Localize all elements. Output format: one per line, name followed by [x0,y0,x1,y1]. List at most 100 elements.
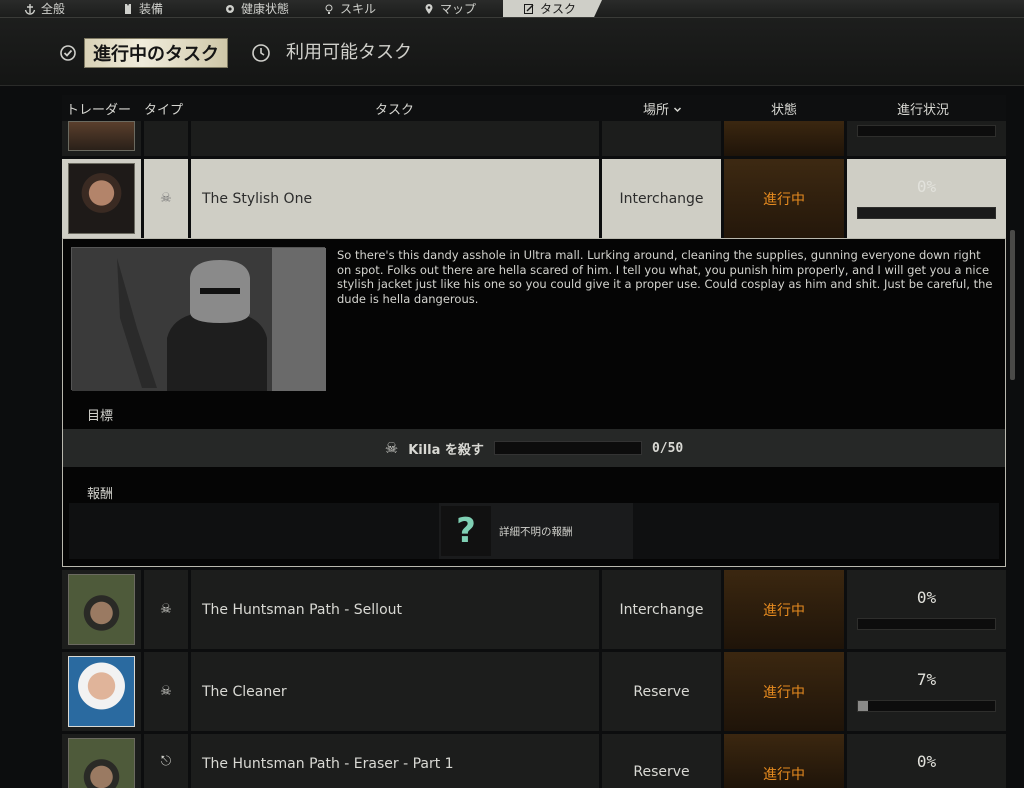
trader-cell [62,121,141,156]
trader-portrait [68,656,135,727]
exit-icon: ⎋ [160,753,172,769]
task-state: 進行中 [724,570,844,649]
task-location: Interchange [602,159,721,238]
task-state: 進行中 [724,652,844,731]
col-type[interactable]: タイプ [144,99,183,118]
question-mark-icon: ? [441,506,491,556]
trader-portrait [68,121,135,151]
task-name: The Cleaner [191,652,599,731]
objective-count: 0/50 [651,440,684,456]
reward-text: 詳細不明の報酬 [499,525,573,538]
task-row-partial[interactable] [62,121,1006,156]
reward-item[interactable]: ? 詳細不明の報酬 [439,503,633,559]
scrollbar[interactable] [1010,230,1015,380]
map-pin-icon [425,3,433,14]
col-trader[interactable]: トレーダー [66,99,131,118]
check-circle-icon [60,45,76,61]
top-nav: 全般 装備 健康状態 スキル マップ タスク [0,0,1024,18]
progress-percent: 7% [916,670,937,689]
progress-bar [857,207,996,219]
type-cell: ☠ [144,570,188,649]
nav-health[interactable]: 健康状態 [224,0,289,17]
note-icon [524,3,534,14]
type-cell: ⎋ [144,734,188,788]
task-name: The Stylish One [191,159,599,238]
progress-cell: 0% [847,734,1006,788]
nav-general[interactable]: 全般 [24,0,65,17]
progress-bar [857,125,996,137]
task-cell [191,121,599,156]
type-cell [144,121,188,156]
nav-gear[interactable]: 装備 [122,0,163,17]
progress-bar [857,700,996,712]
task-name: The Huntsman Path - Sellout [191,570,599,649]
tab-active-tasks[interactable]: 進行中のタスク [84,38,228,68]
progress-percent: 0% [916,752,937,771]
task-row[interactable]: ⎋ The Huntsman Path - Eraser - Part 1 Re… [62,734,1006,788]
task-row[interactable]: ☠ The Cleaner Reserve 進行中 7% [62,652,1006,731]
col-progress[interactable]: 進行状況 [897,99,949,118]
objective-progress-bar [493,441,642,455]
nav-skills-label: スキル [340,2,377,16]
trader-portrait [68,738,135,788]
state-cell [724,121,844,156]
col-state[interactable]: 状態 [771,99,797,118]
skull-icon: ☠ [160,191,172,206]
task-location: Interchange [602,570,721,649]
trader-cell [62,652,141,731]
nav-map-label: マップ [440,2,477,16]
nav-tasks[interactable]: タスク [503,0,603,17]
trader-cell [62,159,141,238]
objective-text: Killa を殺す [408,442,484,458]
killa-image [72,248,326,391]
progress-bar [857,618,996,630]
type-cell: ☠ [144,159,188,238]
progress-percent: 0% [916,177,937,196]
progress-fill [858,701,868,711]
progress-cell [847,121,1006,156]
skull-icon: ☠ [384,439,399,457]
nav-health-label: 健康状態 [241,2,290,16]
progress-cell: 0% [847,159,1006,238]
nav-gear-label: 装備 [139,2,164,16]
vest-icon [125,3,131,14]
trader-portrait [68,163,135,234]
task-description: So there's this dandy asshole in Ultra m… [337,248,993,306]
anchor-icon [24,3,36,15]
rewards-area: ? 詳細不明の報酬 [69,503,999,559]
nav-tasks-label: タスク [540,2,577,16]
nav-skills[interactable]: スキル [323,0,376,17]
lightbulb-icon [325,4,333,14]
task-row[interactable]: ☠ The Huntsman Path - Sellout Interchang… [62,570,1006,649]
col-location[interactable]: 場所 [643,99,682,118]
rewards-label: 報酬 [87,487,114,502]
trader-cell [62,734,141,788]
skull-icon: ☠ [160,684,172,699]
objectives-label: 目標 [87,409,114,424]
progress-cell: 0% [847,570,1006,649]
progress-percent: 0% [916,588,937,607]
task-tabs: 進行中のタスク 利用可能タスク [0,18,1024,86]
health-gear-icon [226,4,234,13]
trader-portrait [68,574,135,645]
task-screen: 全般 装備 健康状態 スキル マップ タスク 進行中のタスク 利用可能タスク ト… [0,0,1024,788]
task-location: Reserve [602,734,721,788]
task-location: Reserve [602,652,721,731]
col-task[interactable]: タスク [375,99,414,118]
type-cell: ☠ [144,652,188,731]
task-image [71,247,326,391]
task-row[interactable]: ☠ The Stylish One Interchange 進行中 0% [62,159,1006,238]
skull-icon: ☠ [160,602,172,617]
chevron-down-icon [674,107,682,113]
tab-available-tasks[interactable]: 利用可能タスク [286,38,412,64]
task-state: 進行中 [724,159,844,238]
column-headers: トレーダー タイプ タスク 場所 状態 進行状況 [62,95,1006,121]
task-detail-panel: So there's this dandy asshole in Ultra m… [62,238,1006,567]
col-location-label: 場所 [643,103,670,118]
nav-map[interactable]: マップ [423,0,476,17]
location-cell [602,121,721,156]
task-state: 進行中 [724,734,844,788]
trader-cell [62,570,141,649]
progress-cell: 7% [847,652,1006,731]
objective-row: ☠ Killa を殺す 0/50 [63,429,1005,467]
